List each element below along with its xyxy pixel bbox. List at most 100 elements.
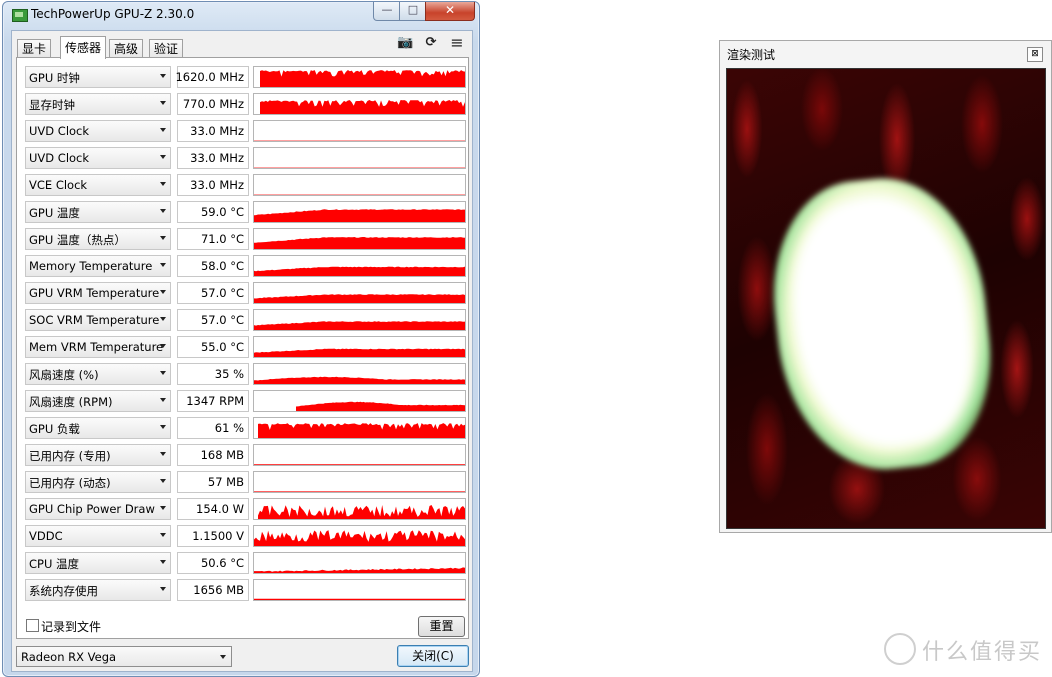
tab-advanced[interactable]: 高级 xyxy=(109,39,144,58)
chevron-down-icon xyxy=(160,290,166,294)
sensor-value: 1620.0 MHz xyxy=(175,70,244,84)
sensor-name-dropdown[interactable]: GPU 温度（热点） xyxy=(25,228,171,250)
sensor-name-dropdown[interactable]: CPU 温度 xyxy=(25,552,171,574)
sensor-graph xyxy=(253,471,466,493)
sensor-name-dropdown[interactable]: UVD Clock xyxy=(25,147,171,169)
sensor-graph-area xyxy=(254,294,465,303)
render-close-icon[interactable]: ⊠ xyxy=(1027,47,1043,62)
render-canvas xyxy=(726,68,1046,529)
sensor-value: 35 % xyxy=(214,367,244,381)
sensor-name-dropdown[interactable]: 风扇速度 (RPM) xyxy=(25,390,171,412)
sensor-graph xyxy=(253,444,466,466)
sensor-name-dropdown[interactable]: 已用内存 (专用) xyxy=(25,444,171,466)
chevron-down-icon xyxy=(160,398,166,402)
sensor-graph-area xyxy=(254,266,465,276)
sensor-name-label: GPU 负载 xyxy=(29,422,80,436)
sensor-value-box: 1656 MB xyxy=(177,579,249,601)
chevron-down-icon xyxy=(160,155,166,159)
watermark-text: 什么值得买 xyxy=(922,640,1043,665)
sensor-name-dropdown[interactable]: Memory Temperature xyxy=(25,255,171,277)
sensor-value-box: 33.0 MHz xyxy=(177,120,249,142)
sensor-name-dropdown[interactable]: VDDC xyxy=(25,525,171,547)
sensor-name-dropdown[interactable]: GPU VRM Temperature xyxy=(25,282,171,304)
sensor-name-label: 风扇速度 (RPM) xyxy=(29,395,113,409)
chevron-down-icon xyxy=(160,371,166,375)
log-to-file-checkbox[interactable] xyxy=(26,619,39,632)
sensor-value-box: 59.0 °C xyxy=(177,201,249,223)
sensor-name-dropdown[interactable]: 系统内存使用 xyxy=(25,579,171,601)
refresh-icon[interactable]: ⟳ xyxy=(423,36,439,50)
chevron-down-icon xyxy=(160,74,166,78)
close-window-button[interactable]: ✕ xyxy=(425,2,475,21)
sensor-name-dropdown[interactable]: Mem VRM Temperature xyxy=(25,336,171,358)
sensor-value-box: 61 % xyxy=(177,417,249,439)
sensor-graph xyxy=(253,498,466,520)
render-test-window: 渲染测试 ⊠ xyxy=(719,40,1052,533)
gpu-select[interactable]: Radeon RX Vega xyxy=(16,646,232,667)
sensor-name-label: UVD Clock xyxy=(29,124,90,138)
sensor-value: 50.6 °C xyxy=(200,556,244,570)
tab-sensors[interactable]: 传感器 xyxy=(60,36,107,59)
reset-button[interactable]: 重置 xyxy=(418,616,465,637)
sensor-row: 风扇速度 (RPM) 1347 RPM xyxy=(25,390,466,412)
sensor-value: 1.1500 V xyxy=(192,529,244,543)
sensor-name-dropdown[interactable]: GPU Chip Power Draw xyxy=(25,498,171,520)
sensor-value-box: 50.6 °C xyxy=(177,552,249,574)
sensor-row: GPU 时钟 1620.0 MHz xyxy=(25,66,466,88)
sensor-name-dropdown[interactable]: GPU 温度 xyxy=(25,201,171,223)
sensor-graph xyxy=(253,282,466,304)
chevron-down-icon xyxy=(160,452,166,456)
minimize-button[interactable]: — xyxy=(373,2,401,21)
tab-graphics-card[interactable]: 显卡 xyxy=(17,39,52,58)
tab-validation[interactable]: 验证 xyxy=(149,39,184,58)
sensor-graph xyxy=(253,336,466,358)
sensor-row: VCE Clock 33.0 MHz xyxy=(25,174,466,196)
sensor-graph xyxy=(253,390,466,412)
gpuz-window: TechPowerUp GPU-Z 2.30.0 — □ ✕ 显卡 传感器 高级… xyxy=(2,1,480,677)
title-bar[interactable]: TechPowerUp GPU-Z 2.30.0 — □ ✕ xyxy=(3,2,479,28)
sensor-value-box: 33.0 MHz xyxy=(177,147,249,169)
watermark-logo-icon xyxy=(884,633,916,665)
sensor-graph xyxy=(253,228,466,250)
sensor-row: 已用内存 (动态) 57 MB xyxy=(25,471,466,493)
maximize-button[interactable]: □ xyxy=(399,2,427,21)
client-area: 显卡 传感器 高级 验证 📷 ⟳ ≡ GPU 时钟 1620.0 MHz 显存时钟 7… xyxy=(11,30,473,672)
menu-icon[interactable]: ≡ xyxy=(449,35,465,51)
sensor-graph xyxy=(253,93,466,115)
render-window-title: 渲染测试 xyxy=(727,48,776,62)
sensor-name-dropdown[interactable]: 显存时钟 xyxy=(25,93,171,115)
sensor-value: 33.0 MHz xyxy=(190,178,244,192)
sensor-row: GPU VRM Temperature 57.0 °C xyxy=(25,282,466,304)
sensor-graph xyxy=(253,255,466,277)
sensor-value-box: 55.0 °C xyxy=(177,336,249,358)
sensor-name-dropdown[interactable]: SOC VRM Temperature xyxy=(25,309,171,331)
sensor-value: 770.0 MHz xyxy=(182,97,244,111)
sensor-row: 已用内存 (专用) 168 MB xyxy=(25,444,466,466)
chevron-down-icon xyxy=(160,587,166,591)
sensor-name-dropdown[interactable]: 已用内存 (动态) xyxy=(25,471,171,493)
sensor-row: VDDC 1.1500 V xyxy=(25,525,466,547)
camera-icon[interactable]: 📷 xyxy=(397,36,413,50)
sensor-name-dropdown[interactable]: GPU 时钟 xyxy=(25,66,171,88)
sensor-name-label: 已用内存 (专用) xyxy=(29,449,111,463)
window-title: TechPowerUp GPU-Z 2.30.0 xyxy=(31,7,195,21)
sensor-graph-area xyxy=(254,348,465,357)
chevron-down-icon xyxy=(160,344,166,348)
sensor-value: 57.0 °C xyxy=(200,286,244,300)
sensor-graph-area xyxy=(258,505,465,519)
close-button[interactable]: 关闭(C) xyxy=(397,645,469,667)
sensor-name-dropdown[interactable]: GPU 负载 xyxy=(25,417,171,439)
sensor-name-dropdown[interactable]: UVD Clock xyxy=(25,120,171,142)
sensor-value: 168 MB xyxy=(200,448,244,462)
sensor-graph xyxy=(253,417,466,439)
sensor-name-dropdown[interactable]: 风扇速度 (%) xyxy=(25,363,171,385)
sensor-name-dropdown[interactable]: VCE Clock xyxy=(25,174,171,196)
sensor-value: 57 MB xyxy=(207,475,244,489)
sensor-value: 1656 MB xyxy=(193,583,244,597)
sensor-value-box: 57.0 °C xyxy=(177,309,249,331)
chevron-down-icon xyxy=(160,182,166,186)
chevron-down-icon xyxy=(160,479,166,483)
sensor-name-label: GPU VRM Temperature xyxy=(29,286,160,300)
chevron-down-icon xyxy=(160,263,166,267)
sensor-name-label: 系统内存使用 xyxy=(29,584,98,598)
